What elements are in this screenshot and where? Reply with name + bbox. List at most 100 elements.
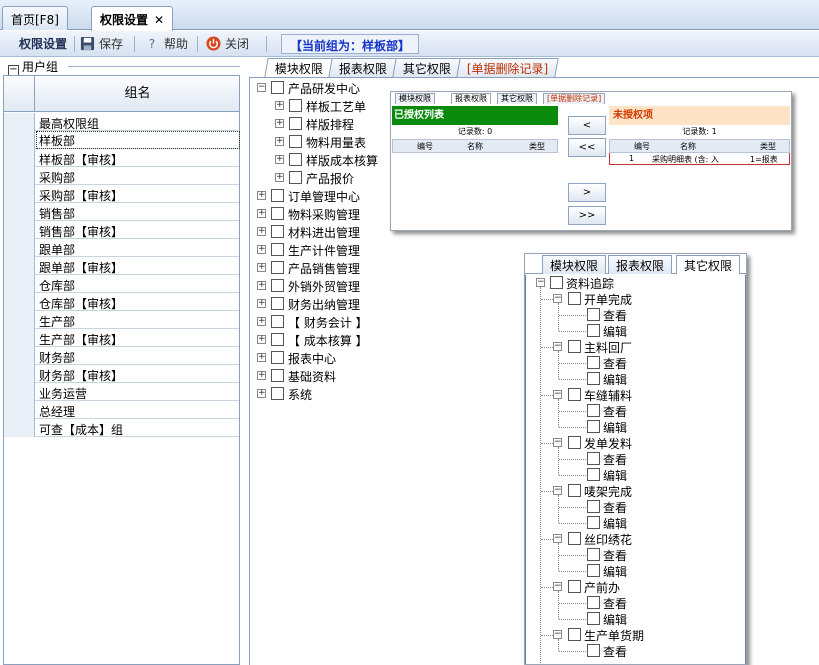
row-header[interactable] <box>4 275 35 293</box>
table-row[interactable]: 仓库部 <box>4 275 239 293</box>
collapse-icon[interactable]: − <box>553 630 562 639</box>
row-header[interactable] <box>4 347 35 365</box>
collapse-icon[interactable]: − <box>553 534 562 543</box>
checkbox[interactable] <box>289 99 302 112</box>
table-row[interactable]: 1 采购明细表 (含: 入 1=报表 <box>609 153 790 165</box>
checkbox[interactable] <box>587 612 600 625</box>
collapse-icon[interactable]: − <box>257 83 266 92</box>
move-all-right-button[interactable]: >> <box>568 206 606 225</box>
table-row[interactable]: 仓库部【审核】 <box>4 293 239 311</box>
table-row[interactable]: 财务部 <box>4 347 239 365</box>
expand-icon[interactable]: + <box>257 389 266 398</box>
close-button[interactable]: 关闭 <box>206 35 249 53</box>
checkbox[interactable] <box>587 372 600 385</box>
table-row[interactable]: 生产部【审核】 <box>4 329 239 347</box>
expand-icon[interactable]: + <box>257 191 266 200</box>
close-icon[interactable]: ✕ <box>154 13 164 27</box>
row-header[interactable] <box>4 383 35 401</box>
checkbox[interactable] <box>587 596 600 609</box>
expand-icon[interactable]: + <box>275 137 284 146</box>
row-header[interactable] <box>4 185 35 203</box>
checkbox[interactable] <box>587 564 600 577</box>
checkbox[interactable] <box>271 315 284 328</box>
expand-icon[interactable]: + <box>275 173 284 182</box>
expand-icon[interactable]: + <box>257 245 266 254</box>
row-header[interactable] <box>4 167 35 185</box>
expand-icon[interactable]: + <box>257 209 266 218</box>
checkbox[interactable] <box>271 387 284 400</box>
checkbox[interactable] <box>587 644 600 657</box>
checkbox[interactable] <box>271 333 284 346</box>
expand-icon[interactable]: + <box>257 299 266 308</box>
tree-node[interactable]: + 产品销售管理 <box>250 259 450 277</box>
tree-node[interactable]: + 外销外贸管理 <box>250 277 450 295</box>
checkbox[interactable] <box>568 436 581 449</box>
checkbox[interactable] <box>271 207 284 220</box>
collapse-icon[interactable]: − <box>553 342 562 351</box>
table-row[interactable]: 销售部【审核】 <box>4 221 239 239</box>
tree-node[interactable]: + 【 成本核算 】 <box>250 331 450 349</box>
expand-icon[interactable]: + <box>257 353 266 362</box>
expand-icon[interactable]: + <box>257 317 266 326</box>
expand-icon[interactable]: + <box>275 155 284 164</box>
table-row[interactable]: 采购部【审核】 <box>4 185 239 203</box>
tree-node[interactable]: + 报表中心 <box>250 349 450 367</box>
move-right-button[interactable]: > <box>568 183 606 202</box>
checkbox[interactable] <box>271 279 284 292</box>
tree-node[interactable]: + 【 财务会计 】 <box>250 313 450 331</box>
checkbox[interactable] <box>568 484 581 497</box>
expand-icon[interactable]: + <box>257 371 266 380</box>
checkbox[interactable] <box>271 297 284 310</box>
checkbox[interactable] <box>271 225 284 238</box>
tab-other-permission[interactable]: 其它权限 <box>392 58 462 77</box>
checkbox[interactable] <box>587 404 600 417</box>
checkbox[interactable] <box>568 628 581 641</box>
table-row[interactable]: 业务运营 <box>4 383 239 401</box>
shot-tab-module[interactable]: 模块权限 <box>542 255 607 274</box>
row-header[interactable] <box>4 293 35 311</box>
table-row[interactable]: 跟单部 <box>4 239 239 257</box>
shot-tab-other[interactable]: 其它权限 <box>497 93 537 104</box>
row-header[interactable] <box>4 329 35 347</box>
expand-icon[interactable]: + <box>257 263 266 272</box>
help-button[interactable]: ? 帮助 <box>145 35 188 53</box>
move-all-left-button[interactable]: << <box>568 138 606 157</box>
checkbox[interactable] <box>271 369 284 382</box>
collapse-icon[interactable]: − <box>553 582 562 591</box>
collapse-icon[interactable]: − <box>536 278 545 287</box>
checkbox[interactable] <box>568 388 581 401</box>
row-header[interactable] <box>4 131 35 149</box>
checkbox[interactable] <box>289 135 302 148</box>
shot-tab-report[interactable]: 报表权限 <box>608 255 673 274</box>
checkbox[interactable] <box>568 292 581 305</box>
checkbox[interactable] <box>587 516 600 529</box>
checkbox[interactable] <box>289 117 302 130</box>
table-row[interactable]: 样板部【审核】 <box>4 149 239 167</box>
row-header[interactable] <box>4 419 35 437</box>
row-header[interactable] <box>4 311 35 329</box>
expand-icon[interactable]: + <box>257 281 266 290</box>
row-header[interactable] <box>4 257 35 275</box>
tree-node[interactable]: + 系统 <box>250 385 450 403</box>
row-header[interactable] <box>4 149 35 167</box>
row-header[interactable] <box>4 365 35 383</box>
user-group-header[interactable]: − 用户组 <box>8 58 58 76</box>
tree-node[interactable]: + 财务出纳管理 <box>250 295 450 313</box>
checkbox[interactable] <box>271 261 284 274</box>
checkbox[interactable] <box>550 276 563 289</box>
table-row[interactable]: 最高权限组 <box>4 113 239 131</box>
save-button[interactable]: 保存 <box>80 35 123 53</box>
collapse-icon[interactable]: − <box>553 294 562 303</box>
checkbox[interactable] <box>271 243 284 256</box>
checkbox[interactable] <box>587 308 600 321</box>
table-row[interactable]: 生产部 <box>4 311 239 329</box>
checkbox[interactable] <box>587 500 600 513</box>
table-row[interactable]: 销售部 <box>4 203 239 221</box>
tab-home[interactable]: 首页[F8] <box>2 6 68 30</box>
shot-tab-other[interactable]: 其它权限 <box>676 255 741 274</box>
tab-delete-record[interactable]: [单据删除记录] <box>456 58 560 77</box>
row-header[interactable] <box>4 239 35 257</box>
table-row[interactable]: 采购部 <box>4 167 239 185</box>
shot-tab-module[interactable]: 模块权限 <box>395 93 435 104</box>
shot-tab-report[interactable]: 报表权限 <box>451 93 491 104</box>
